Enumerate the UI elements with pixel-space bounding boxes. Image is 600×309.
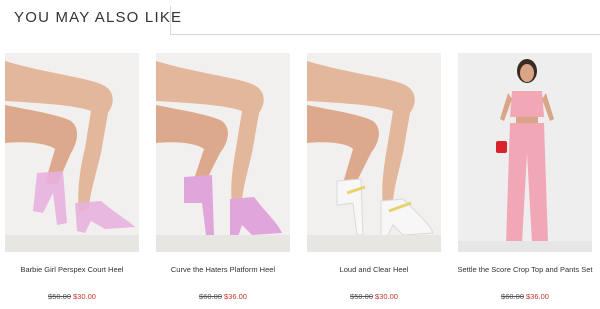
original-price: $60.00 <box>199 292 222 301</box>
product-price: $50.00 $30.00 <box>5 292 139 301</box>
product-name[interactable]: Loud and Clear Heel <box>301 265 447 274</box>
sale-price: $36.00 <box>224 292 247 301</box>
product-image[interactable] <box>156 53 290 252</box>
original-price: $60.00 <box>501 292 524 301</box>
product-name[interactable]: Curve the Haters Platform Heel <box>150 265 296 274</box>
product-price: $60.00 $36.00 <box>458 292 592 301</box>
original-price: $50.00 <box>350 292 373 301</box>
sale-price: $30.00 <box>375 292 398 301</box>
product-name[interactable]: Settle the Score Crop Top and Pants Set <box>452 265 598 274</box>
product-image[interactable] <box>458 53 592 252</box>
product-image[interactable] <box>307 53 441 252</box>
section-divider <box>170 34 600 35</box>
original-price: $50.00 <box>48 292 71 301</box>
section-title: YOU MAY ALSO LIKE <box>14 9 183 26</box>
title-divider <box>170 6 171 35</box>
product-price: $60.00 $36.00 <box>156 292 290 301</box>
product-name[interactable]: Barbie Girl Perspex Court Heel <box>0 265 145 274</box>
product-card-1[interactable]: Barbie Girl Perspex Court Heel $50.00 $30… <box>5 53 139 303</box>
product-card-4[interactable]: Settle the Score Crop Top and Pants Set … <box>458 53 592 303</box>
sale-price: $30.00 <box>73 292 96 301</box>
section-header: YOU MAY ALSO LIKE <box>0 0 600 36</box>
product-image[interactable] <box>5 53 139 252</box>
product-price: $50.00 $30.00 <box>307 292 441 301</box>
product-card-2[interactable]: Curve the Haters Platform Heel $60.00 $36… <box>156 53 290 303</box>
sale-price: $36.00 <box>526 292 549 301</box>
product-card-3[interactable]: Loud and Clear Heel $50.00 $30.00 <box>307 53 441 303</box>
